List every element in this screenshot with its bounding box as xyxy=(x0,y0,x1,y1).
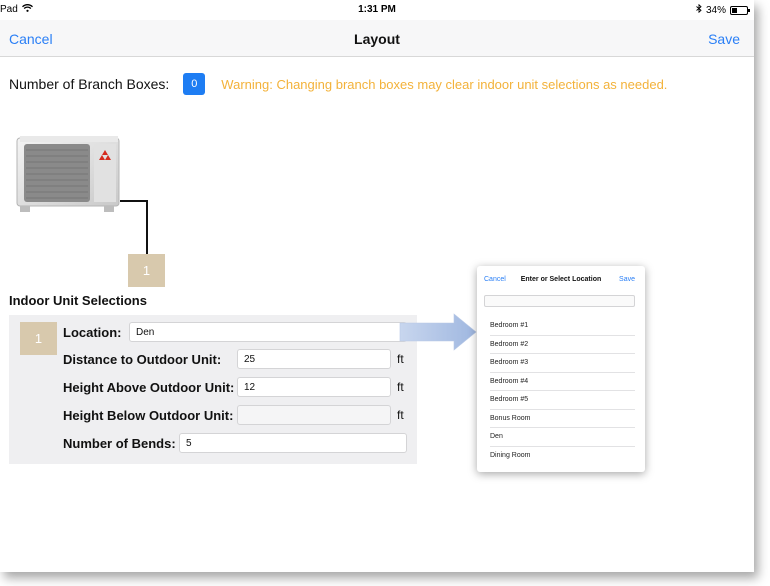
status-time: 1:31 PM xyxy=(358,4,396,15)
distance-label: Distance to Outdoor Unit: xyxy=(63,351,222,367)
branch-boxes-label: Number of Branch Boxes: xyxy=(9,76,170,92)
refrigerant-line-vertical xyxy=(146,200,148,256)
distance-unit: ft xyxy=(397,352,404,366)
indoor-unit-panel: 1 Location: Den Distance to Outdoor Unit… xyxy=(9,315,417,464)
bends-field[interactable]: 5 xyxy=(179,433,407,453)
location-item-bedroom-3[interactable]: Bedroom #3 xyxy=(490,354,635,373)
save-button[interactable]: Save xyxy=(708,31,740,47)
location-item-bedroom-2[interactable]: Bedroom #2 xyxy=(490,336,635,354)
distance-row: Distance to Outdoor Unit: 25 ft xyxy=(63,349,404,369)
battery-percent: 34% xyxy=(705,4,726,16)
outdoor-unit-image xyxy=(16,136,120,212)
battery-icon xyxy=(730,5,750,15)
location-item-bonus-room[interactable]: Bonus Room xyxy=(490,410,635,428)
popover-header: Cancel Enter or Select Location Save xyxy=(477,266,645,292)
height-above-unit: ft xyxy=(397,380,404,394)
page-title: Layout xyxy=(354,31,400,47)
bends-row: Number of Bends: 5 xyxy=(63,433,407,453)
indoor-unit-box[interactable]: 1 xyxy=(128,254,165,287)
location-label: Location: xyxy=(63,324,122,340)
branch-boxes-row: Number of Branch Boxes: 0 Warning: Chang… xyxy=(9,73,667,95)
popover-save-button[interactable]: Save xyxy=(619,276,635,283)
location-row: Location: Den xyxy=(63,322,407,342)
location-item-bedroom-4[interactable]: Bedroom #4 xyxy=(490,373,635,391)
location-field[interactable]: Den xyxy=(129,322,407,342)
location-popover: Cancel Enter or Select Location Save Bed… xyxy=(477,266,645,472)
location-item-bedroom-5[interactable]: Bedroom #5 xyxy=(490,391,635,410)
location-item-dining-room[interactable]: Dining Room xyxy=(490,447,635,466)
branch-boxes-count-button[interactable]: 0 xyxy=(183,73,206,95)
height-above-field[interactable]: 12 xyxy=(237,377,391,397)
location-item-bedroom-1[interactable]: Bedroom #1 xyxy=(490,317,635,336)
bluetooth-icon xyxy=(696,3,702,16)
callout-arrow xyxy=(399,313,477,351)
distance-field[interactable]: 25 xyxy=(237,349,391,369)
location-list: Bedroom #1 Bedroom #2 Bedroom #3 Bedroom… xyxy=(490,317,635,465)
branch-warning-text: Warning: Changing branch boxes may clear… xyxy=(221,76,668,92)
ipad-screen: Pad 1:31 PM 34% Cancel Layout Save Numbe… xyxy=(0,0,754,572)
navigation-bar: Cancel Layout Save xyxy=(0,20,754,57)
refrigerant-line xyxy=(120,200,148,202)
location-item-den[interactable]: Den xyxy=(490,428,635,447)
status-bar: Pad 1:31 PM 34% xyxy=(0,0,754,20)
height-above-label: Height Above Outdoor Unit: xyxy=(63,379,235,395)
height-below-field[interactable] xyxy=(237,405,391,425)
height-below-unit: ft xyxy=(397,408,404,422)
indoor-unit-number: 1 xyxy=(20,322,57,355)
height-below-row: Height Below Outdoor Unit: ft xyxy=(63,405,404,425)
height-above-row: Height Above Outdoor Unit: 12 ft xyxy=(63,377,404,397)
indoor-section-title: Indoor Unit Selections xyxy=(9,293,147,308)
height-below-label: Height Below Outdoor Unit: xyxy=(63,407,234,423)
location-search-input[interactable] xyxy=(484,295,635,307)
bends-label: Number of Bends: xyxy=(63,435,176,451)
